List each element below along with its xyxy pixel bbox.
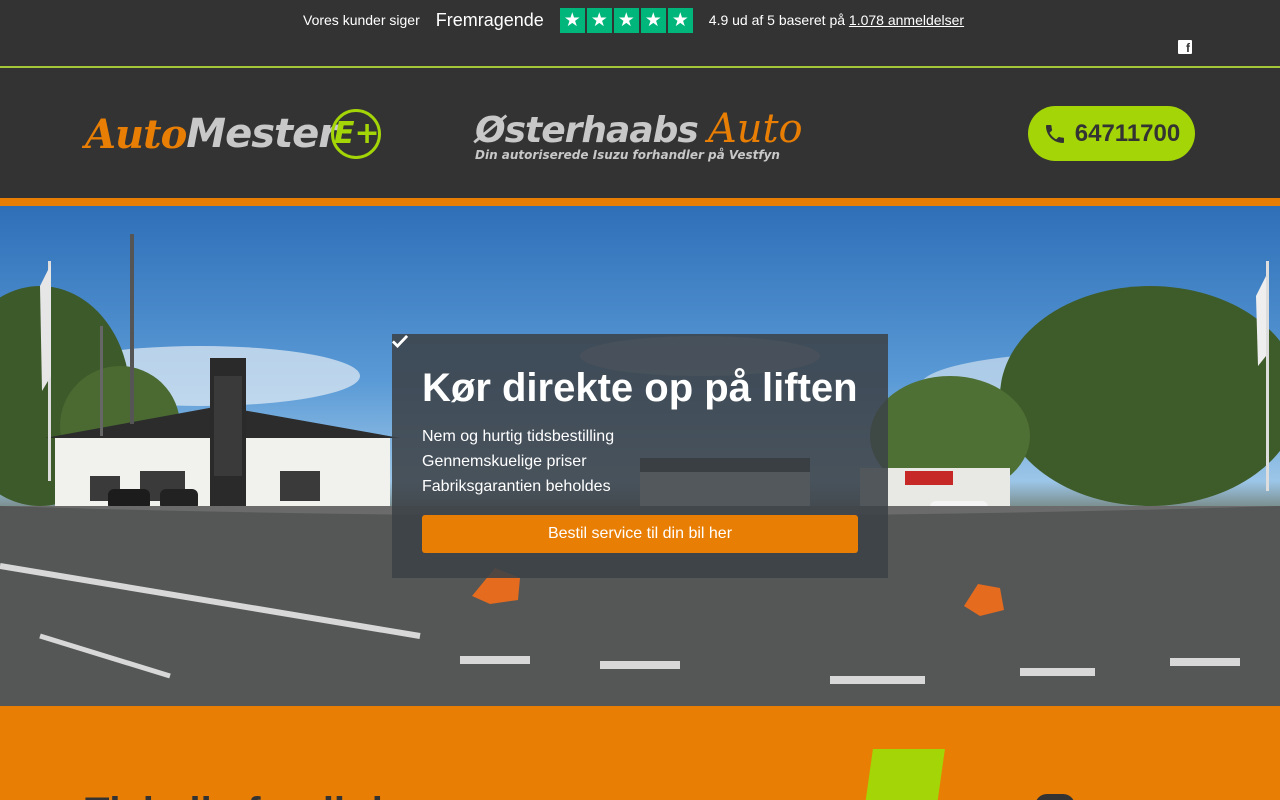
hero-title: Kør direkte op på liften: [422, 366, 858, 410]
trustpilot-rating-word: Fremragende: [435, 9, 544, 30]
book-service-button[interactable]: Bestil service til din bil her: [422, 515, 858, 553]
site-header: Auto Mester E+ Østerhaabs Auto Din autor…: [0, 70, 1280, 198]
header-divider: [0, 198, 1280, 206]
automester-logo-eplus: E+: [331, 109, 381, 159]
trustpilot-says: Vores kunder siger: [303, 12, 420, 28]
list-item: Gennemskuelige priser: [392, 335, 858, 474]
facebook-icon[interactable]: f: [1178, 40, 1192, 55]
hero-benefits-list: Nem og hurtig tidsbestilling Gennemskuel…: [392, 335, 858, 499]
list-item: Nem og hurtig tidsbestilling: [392, 335, 858, 449]
trustpilot-widget[interactable]: Vores kunder siger Fremragende ★ ★ ★ ★ ★…: [303, 7, 964, 33]
check-icon: [392, 335, 408, 348]
osterhaabs-logo[interactable]: Østerhaabs Auto Din autoriserede Isuzu f…: [475, 106, 815, 162]
hero-benefit-text: Nem og hurtig tidsbestilling: [422, 427, 615, 445]
star-icon: ★: [640, 7, 666, 33]
trustpilot-bar: Vores kunder siger Fremragende ★ ★ ★ ★ ★…: [0, 0, 1280, 68]
star-icon: ★: [613, 7, 639, 33]
insurance-device-graphic: [1035, 794, 1075, 800]
phone-icon: [1045, 124, 1064, 143]
automester-logo-mester: Mester: [186, 111, 338, 157]
insurance-heading: Tjek din forsikring: [85, 790, 432, 800]
star-icon: ★: [667, 7, 693, 33]
phone-number: 64711700: [1074, 119, 1181, 147]
osterhaabs-logo-auto: Auto: [707, 106, 803, 152]
osterhaabs-logo-tagline: Din autoriserede Isuzu forhandler på Ves…: [475, 148, 780, 162]
automester-logo[interactable]: Auto Mester E+: [85, 108, 381, 160]
trustpilot-summary: 4.9 ud af 5 baseret på 1.078 anmeldelser: [709, 12, 964, 28]
hero-card: Kør direkte op på liften Nem og hurtig t…: [392, 334, 888, 578]
osterhaabs-logo-name: Østerhaabs: [475, 110, 699, 151]
hero-section: Kør direkte op på liften Nem og hurtig t…: [0, 206, 1280, 706]
phone-button[interactable]: 64711700: [1028, 106, 1195, 161]
insurance-card-graphic: [863, 749, 945, 800]
trustpilot-summary-prefix: 4.9 ud af 5 baseret på: [708, 12, 846, 28]
trustpilot-reviews-link[interactable]: 1.078 anmeldelser: [849, 12, 964, 28]
hero-benefit-text: Gennemskuelige priser: [422, 452, 587, 470]
hero-benefit-text: Fabriksgarantien beholdes: [422, 477, 611, 495]
star-icon: ★: [586, 7, 612, 33]
insurance-section: Tjek din forsikring: [0, 706, 1280, 800]
automester-logo-auto: Auto: [85, 110, 187, 158]
trustpilot-stars: ★ ★ ★ ★ ★: [559, 7, 693, 33]
list-item: Fabriksgarantien beholdes: [392, 335, 858, 499]
star-icon: ★: [559, 7, 585, 33]
